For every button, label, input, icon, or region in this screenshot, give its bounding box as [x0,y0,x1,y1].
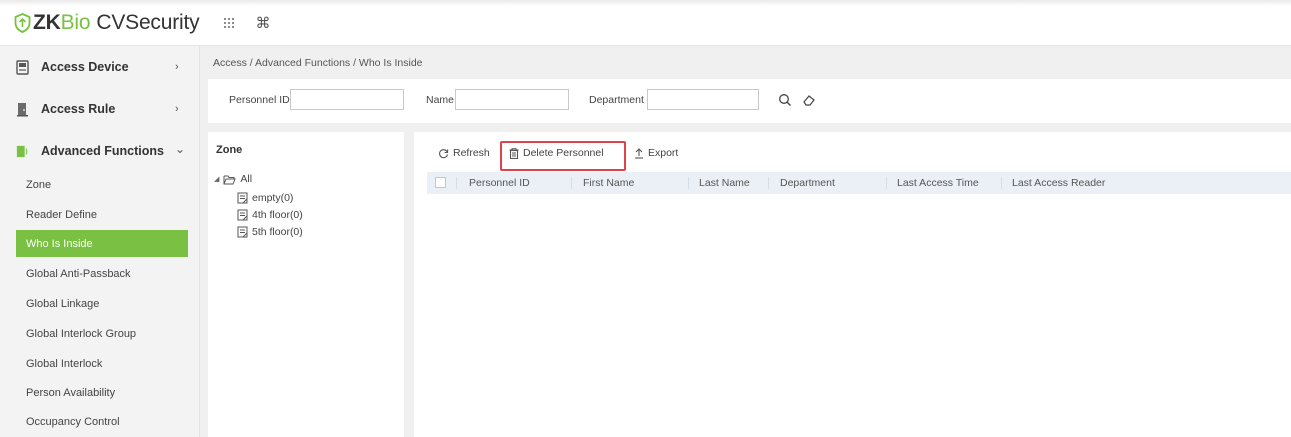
zone-leaf-icon [237,226,248,238]
sidebar-item-label: Person Availability [26,386,116,399]
column-separator [456,177,457,189]
eraser-icon[interactable] [800,91,818,109]
breadcrumb: Access / Advanced Functions / Who Is Ins… [213,57,423,69]
device-icon [16,59,29,75]
chevron-right-icon: › [175,103,179,115]
tree-node-label: empty(0) [252,192,294,204]
personnel-id-label: Personnel ID [229,94,290,106]
export-label: Export [648,147,679,159]
highlight-annotation [500,141,626,171]
column-header-last-access-time[interactable]: Last Access Time [897,172,979,194]
logo-product-text: CVSecurity [96,11,200,34]
department-label: Department [589,94,644,106]
tree-node-4th-floor[interactable]: 4th floor(0) [237,209,303,221]
name-label: Name [426,94,455,106]
menu-label: Access Device [41,60,129,74]
column-separator [571,177,572,189]
column-header-first-name[interactable]: First Name [583,172,634,194]
grid-icon[interactable] [219,13,239,33]
sidebar-item-label: Global Anti-Passback [26,267,131,280]
tree-node-label: 5th floor(0) [252,226,303,238]
sidebar: Access Device › Access Rule › Advanced F… [0,46,200,437]
column-separator [886,177,887,189]
sidebar-item-who-is-inside[interactable]: Who Is Inside [16,230,188,257]
refresh-icon [438,148,449,159]
search-icon[interactable] [776,91,794,109]
door-icon [16,102,29,117]
tree-node-all[interactable]: ◢ All [214,173,252,185]
zone-leaf-icon [237,209,248,221]
sidebar-item-global-interlock[interactable]: Global Interlock [16,350,188,377]
table-header: Personnel ID First Name Last Name Depart… [427,172,1291,194]
top-bar: ZK Bio CVSecurity ⌘ [0,0,1291,46]
sidebar-item-zone[interactable]: Zone [16,171,188,198]
tree-node-empty[interactable]: empty(0) [237,192,293,204]
command-icon[interactable]: ⌘ [253,13,273,33]
logo-bio-text: Bio [60,11,91,34]
zone-title: Zone [216,144,243,156]
zone-leaf-icon [237,192,248,204]
column-header-personnel-id[interactable]: Personnel ID [469,172,530,194]
sidebar-item-global-linkage[interactable]: Global Linkage [16,290,188,317]
sidebar-item-label: Global Interlock [26,357,103,370]
menu-advanced-functions[interactable]: Advanced Functions ⌄ [0,131,200,171]
column-separator [688,177,689,189]
caret-down-icon: ◢ [214,176,220,183]
sidebar-item-label: Reader Define [26,208,97,221]
app-logo[interactable]: ZK Bio CVSecurity [14,11,200,35]
sidebar-item-label: Who Is Inside [26,237,93,250]
export-button[interactable]: Export [634,145,678,161]
shield-logo-icon [14,13,31,33]
column-header-department[interactable]: Department [780,172,835,194]
menu-access-rule[interactable]: Access Rule › [0,89,200,129]
export-icon [634,147,644,159]
sidebar-item-label: Zone [26,178,52,191]
name-input[interactable] [455,89,569,110]
folder-open-icon [223,175,237,184]
menu-label: Advanced Functions [41,144,164,158]
menu-access-device[interactable]: Access Device › [0,47,200,87]
chevron-down-icon: ⌄ [175,142,186,156]
column-header-last-name[interactable]: Last Name [699,172,750,194]
tree-node-label: 4th floor(0) [252,209,303,221]
sidebar-item-reader-define[interactable]: Reader Define [16,201,188,228]
refresh-label: Refresh [453,147,490,159]
advanced-icon [16,144,29,159]
logo-zk-text: ZK [33,11,61,34]
refresh-button[interactable]: Refresh [438,145,490,161]
sidebar-item-global-interlock-group[interactable]: Global Interlock Group [16,320,188,347]
select-all-checkbox[interactable] [435,177,446,188]
department-input[interactable] [647,89,759,110]
sidebar-item-label: Occupancy Control [26,415,120,428]
sidebar-item-occupancy-control[interactable]: Occupancy Control [16,408,188,435]
main-content: Access / Advanced Functions / Who Is Ins… [200,46,1291,437]
column-separator [1001,177,1002,189]
zone-panel: Zone ◢ All empty(0) 4th floor(0) 5th flo… [208,132,404,437]
tree-node-label: All [240,173,253,185]
personnel-id-input[interactable] [290,89,404,110]
column-separator [768,177,769,189]
menu-label: Access Rule [41,102,116,116]
chevron-right-icon: › [175,61,179,73]
grid-panel: Refresh Delete Personnel Export Personne… [414,132,1291,437]
sidebar-item-person-availability[interactable]: Person Availability [16,379,188,406]
filter-bar: Personnel ID Name Department [208,79,1291,123]
sidebar-item-global-anti-passback[interactable]: Global Anti-Passback [16,260,188,287]
sidebar-item-label: Global Linkage [26,297,100,310]
tree-node-5th-floor[interactable]: 5th floor(0) [237,226,303,238]
sidebar-item-label: Global Interlock Group [26,327,137,340]
column-header-last-access-reader[interactable]: Last Access Reader [1012,172,1105,194]
